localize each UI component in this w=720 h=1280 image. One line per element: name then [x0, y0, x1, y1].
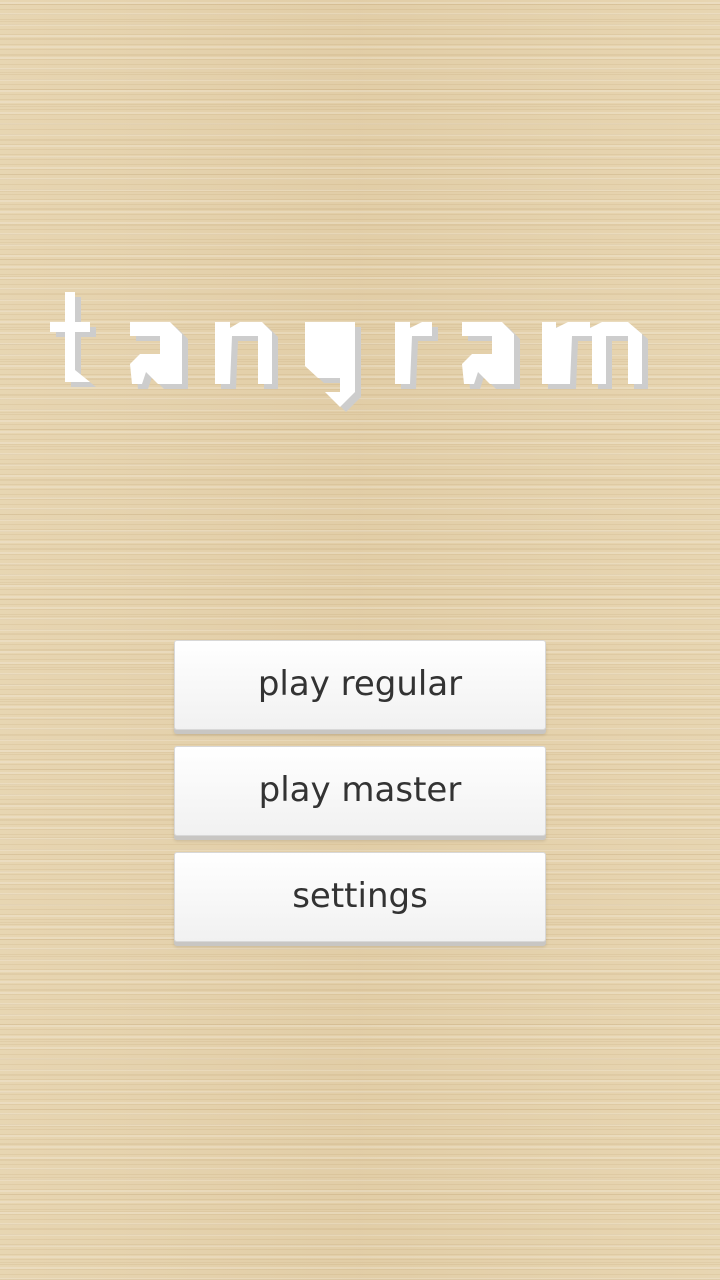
play-master-label: play master	[258, 770, 462, 810]
play-regular-label: play regular	[257, 664, 463, 704]
settings-label: settings	[292, 876, 428, 916]
play-regular-button[interactable]: play regular	[174, 640, 546, 730]
settings-button[interactable]: settings	[174, 852, 546, 942]
play-master-button[interactable]: play master	[174, 746, 546, 836]
tangram-logo: tangram	[50, 292, 654, 416]
main-menu: play regular play master settings	[174, 640, 546, 958]
logo-graphic	[50, 292, 648, 412]
